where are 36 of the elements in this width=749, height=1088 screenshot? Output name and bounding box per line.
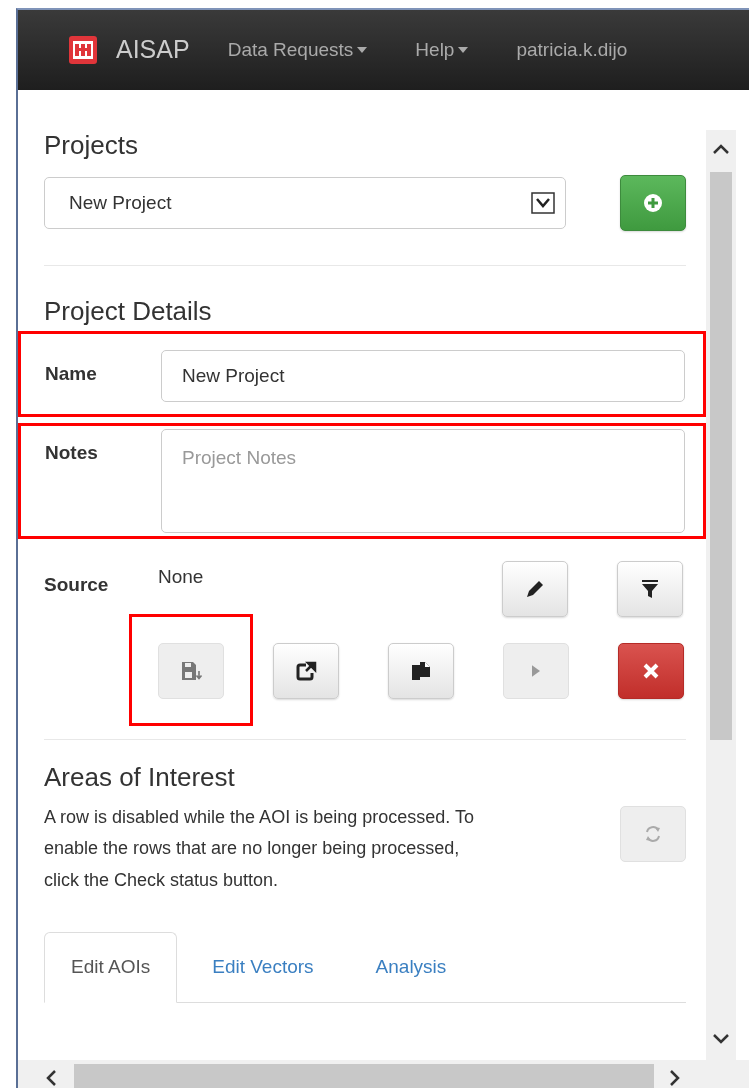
delete-button[interactable] [618, 643, 684, 700]
tab[interactable]: Edit AOIs [44, 932, 178, 1003]
nav-menu[interactable]: Data Requests [227, 35, 368, 65]
play-icon [532, 665, 540, 678]
brand-name[interactable]: AISAP [116, 31, 190, 69]
notes-field[interactable]: Project Notes [161, 429, 685, 534]
share-button[interactable] [273, 643, 339, 700]
scrollbar-thumb[interactable] [710, 172, 732, 740]
scroll-right-icon[interactable] [668, 1068, 682, 1088]
scroll-left-icon[interactable] [44, 1068, 58, 1088]
field-label: Notes [45, 441, 99, 466]
logo-icon [68, 35, 98, 65]
section-heading: Project Details [44, 296, 213, 328]
copy-button[interactable] [388, 643, 454, 700]
scroll-down-icon[interactable] [711, 1032, 731, 1046]
section-heading: Areas of Interest [44, 762, 236, 794]
field-label: Source [44, 573, 110, 598]
name-field[interactable]: New Project [161, 350, 685, 403]
project-select[interactable]: New Project [44, 177, 566, 230]
edit-button[interactable] [502, 561, 568, 618]
tab[interactable]: Edit Vectors [185, 932, 341, 1003]
caret-icon[interactable] [458, 47, 469, 53]
nav-menu[interactable]: patricia.k.dijo [516, 35, 628, 65]
scrollbar-thumb[interactable] [74, 1064, 654, 1088]
help-text: A row is disabled while the AOI is being processed. To enable the rows that are no longer being processed, click the Check status button. [44, 805, 475, 892]
filter-button[interactable] [617, 561, 683, 618]
field-label: Name [45, 362, 98, 387]
share-icon [294, 659, 318, 684]
add-button[interactable] [620, 175, 686, 232]
dropdown-icon[interactable] [531, 192, 555, 215]
section-heading: Projects [44, 130, 139, 162]
tab[interactable]: Analysis [348, 932, 474, 1003]
source-value: None [158, 565, 205, 590]
caret-icon[interactable] [357, 47, 368, 53]
nav-menu[interactable]: Help [415, 35, 469, 65]
scroll-up-icon[interactable] [711, 142, 731, 156]
